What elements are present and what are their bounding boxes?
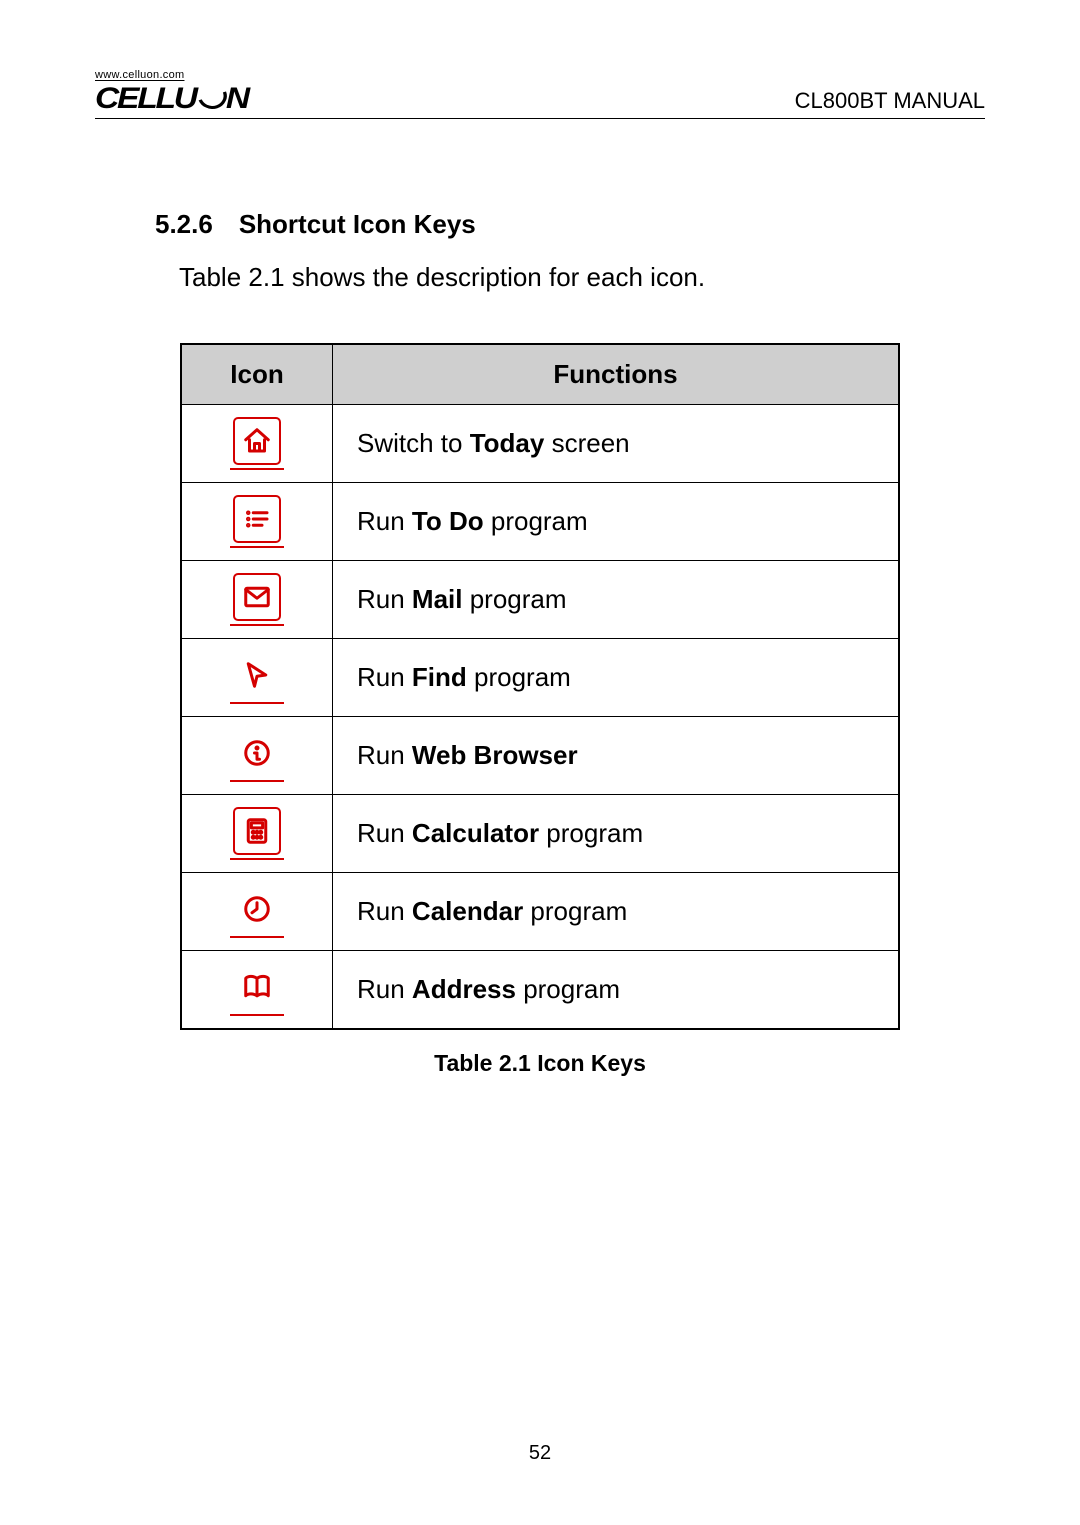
clock-icon	[233, 885, 281, 933]
mail-icon	[233, 573, 281, 621]
icon-keys-table: Icon Functions Switch to	[180, 343, 900, 1030]
calculator-icon	[233, 807, 281, 855]
section-number: 5.2.6	[155, 209, 213, 239]
info-icon	[233, 729, 281, 777]
table-row: Run Calculator program	[181, 794, 899, 872]
section-heading: 5.2.6 Shortcut Icon Keys	[155, 209, 925, 240]
table-caption: Table 2.1 Icon Keys	[155, 1050, 925, 1077]
manual-page: www.celluon.com CELLUN CL800BT MANUAL 5.…	[0, 0, 1080, 1525]
icon-cell	[181, 794, 333, 872]
home-icon	[233, 417, 281, 465]
function-cell: Switch to Today screen	[333, 404, 900, 482]
document-title: CL800BT MANUAL	[795, 88, 985, 114]
brand-block: www.celluon.com CELLUN	[95, 70, 231, 114]
section-intro: Table 2.1 shows the description for each…	[179, 262, 925, 293]
page-header: www.celluon.com CELLUN CL800BT MANUAL	[95, 70, 985, 119]
function-cell: Run To Do program	[333, 482, 900, 560]
icon-cell	[181, 404, 333, 482]
function-cell: Run Address program	[333, 950, 900, 1029]
content-area: 5.2.6 Shortcut Icon Keys Table 2.1 shows …	[95, 209, 985, 1077]
function-cell: Run Calendar program	[333, 872, 900, 950]
table-row: Run To Do program	[181, 482, 899, 560]
function-cell: Run Mail program	[333, 560, 900, 638]
icon-cell	[181, 872, 333, 950]
table-row: Run Find program	[181, 638, 899, 716]
table-header-icon: Icon	[181, 344, 333, 405]
icon-cell	[181, 716, 333, 794]
icon-cell	[181, 560, 333, 638]
section-title: Shortcut Icon Keys	[239, 209, 476, 239]
brand-url: www.celluon.com	[95, 70, 231, 81]
cursor-icon	[233, 651, 281, 699]
icon-cell	[181, 950, 333, 1029]
function-cell: Run Calculator program	[333, 794, 900, 872]
function-cell: Run Find program	[333, 638, 900, 716]
function-cell: Run Web Browser	[333, 716, 900, 794]
brand-logo: CELLUN	[95, 83, 248, 114]
table-row: Run Mail program	[181, 560, 899, 638]
table-row: Run Web Browser	[181, 716, 899, 794]
address-book-icon	[233, 963, 281, 1011]
table-header-functions: Functions	[333, 344, 900, 405]
list-icon	[233, 495, 281, 543]
icon-cell	[181, 482, 333, 560]
table-row: Run Address program	[181, 950, 899, 1029]
table-row: Run Calendar program	[181, 872, 899, 950]
table-row: Switch to Today screen	[181, 404, 899, 482]
page-number: 52	[0, 1442, 1080, 1465]
icon-cell	[181, 638, 333, 716]
